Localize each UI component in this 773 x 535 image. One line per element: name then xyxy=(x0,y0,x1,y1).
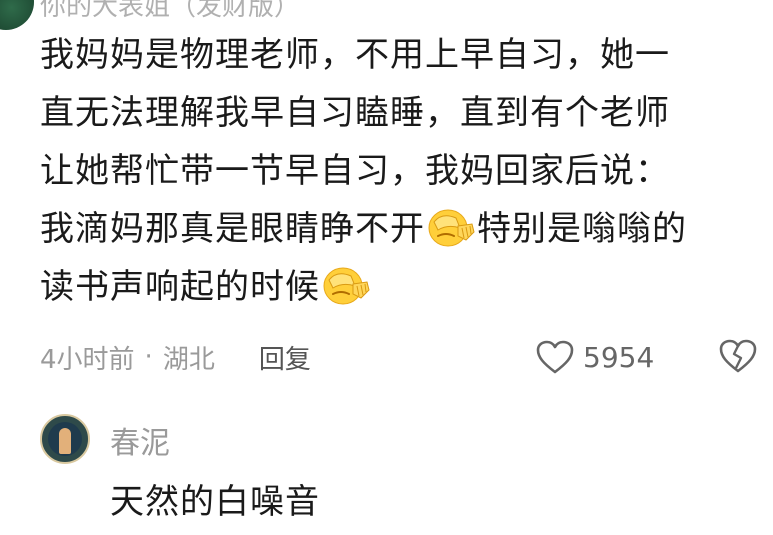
reply-author[interactable]: 春泥 xyxy=(110,418,170,462)
like-button[interactable]: 5954 xyxy=(535,336,654,378)
comment-meta: 4小时前 · 湖北 回复 xyxy=(40,336,311,378)
reply-button[interactable]: 回复 xyxy=(259,339,311,376)
comment-text-segment: 我滴妈那真是眼睛睁不开 xyxy=(40,209,425,249)
comment-line: 我妈妈是物理老师，不用上早自习，她一 xyxy=(40,35,670,75)
comment-line: 我滴妈那真是眼睛睁不开 特别是嗡嗡的 xyxy=(40,200,740,258)
broken-heart-icon xyxy=(719,339,757,373)
meta-separator: · xyxy=(144,342,153,372)
comment-text-segment: 读书声响起的时候 xyxy=(40,267,320,307)
comment-line: 读书声响起的时候 xyxy=(40,258,740,316)
avatar-figure xyxy=(59,428,71,454)
avatar[interactable] xyxy=(40,414,90,464)
heart-icon xyxy=(536,340,574,374)
like-count: 5954 xyxy=(583,340,655,374)
comment-author[interactable]: 你的大表姐（发财版） xyxy=(40,0,300,23)
reply-body: 天然的白噪音 xyxy=(110,482,320,522)
facepalm-emoji-icon xyxy=(426,206,476,248)
comment-time: 4小时前 xyxy=(40,344,135,375)
dislike-button[interactable] xyxy=(718,338,758,378)
comment-body: 我妈妈是物理老师，不用上早自习，她一 直无法理解我早自习瞌睡，直到有个老师 让她… xyxy=(40,26,740,316)
comment-line: 直无法理解我早自习瞌睡，直到有个老师 xyxy=(40,93,670,133)
facepalm-emoji-icon xyxy=(321,264,371,306)
comment-location: 湖北 xyxy=(162,344,215,375)
avatar[interactable] xyxy=(0,0,34,30)
comment-line: 让她帮忙带一节早自习，我妈回家后说： xyxy=(40,151,670,191)
comment-text-segment: 特别是嗡嗡的 xyxy=(477,209,687,249)
